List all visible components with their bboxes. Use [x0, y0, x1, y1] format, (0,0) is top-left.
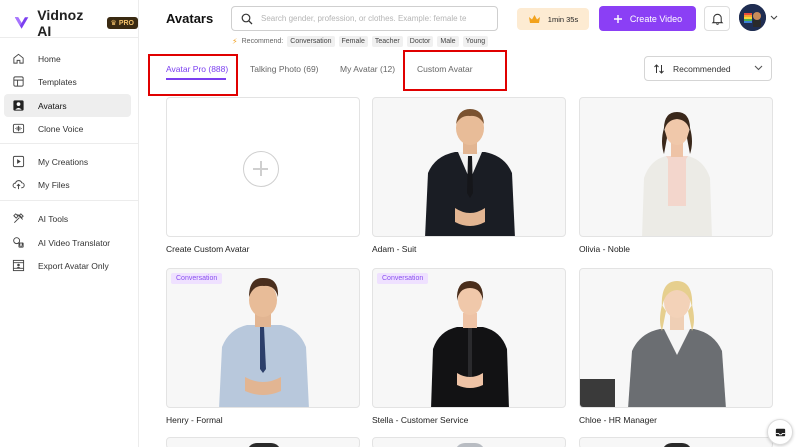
recommend-chip[interactable]: Female	[338, 36, 368, 47]
sidebar-item-home[interactable]: Home	[4, 47, 131, 70]
sidebar-item-clone-voice[interactable]: Clone Voice	[4, 117, 131, 140]
conversation-tag: Conversation	[171, 273, 223, 284]
search-icon	[241, 13, 253, 24]
app-window: Vidnoz AI ♛ PRO Home Templates Avatars C…	[0, 0, 800, 447]
card-name: Chloe - HR Manager	[579, 415, 657, 425]
sidebar-item-label: Export Avatar Only	[38, 260, 109, 271]
avatar-card[interactable]: Conversation	[372, 268, 566, 408]
card-name: Olivia - Noble	[579, 244, 631, 254]
card-name: Stella - Customer Service	[372, 415, 469, 425]
annotation-box	[403, 50, 507, 91]
voice-icon	[12, 123, 25, 134]
recommend-chip[interactable]: Young	[462, 36, 489, 47]
pro-badge: ♛ PRO	[106, 17, 138, 29]
user-menu[interactable]	[739, 4, 778, 31]
sidebar-item-label: My Files	[38, 179, 70, 190]
recommend-label: Recommend:	[241, 38, 284, 45]
avatar-thumbnail	[580, 281, 726, 407]
cloud-upload-icon	[12, 180, 25, 190]
remaining-time: 1min 35s	[547, 14, 579, 24]
inbox-icon	[775, 428, 785, 436]
chevron-down-icon	[754, 65, 763, 71]
vidnoz-logo-icon	[14, 17, 29, 29]
avatar-card[interactable]: Conversation	[166, 268, 360, 408]
sidebar-item-ai-video-translator[interactable]: AI Video Translator	[4, 231, 131, 254]
tab-my-avatar[interactable]: My Avatar (12)	[340, 64, 395, 74]
avatar-thumbnail	[431, 281, 509, 407]
sidebar-item-ai-tools[interactable]: AI Tools	[4, 207, 131, 230]
avatar-card[interactable]	[166, 437, 360, 447]
brand-logo[interactable]: Vidnoz AI ♛ PRO	[12, 7, 138, 39]
sidebar-item-my-files[interactable]: My Files	[4, 173, 131, 196]
brand-name: Vidnoz AI	[37, 7, 84, 39]
avatar-card[interactable]	[579, 437, 773, 447]
search-bar[interactable]	[231, 6, 498, 31]
notifications-button[interactable]	[704, 6, 730, 31]
sort-icon	[654, 63, 664, 74]
avatar-thumbnail	[642, 112, 712, 236]
avatar-thumbnail	[247, 443, 281, 447]
annotation-box	[148, 54, 238, 96]
plus-icon	[243, 151, 279, 187]
sidebar-item-label: Templates	[38, 76, 77, 87]
sidebar-item-label: Clone Voice	[38, 123, 84, 134]
avatar-thumbnail	[219, 277, 309, 407]
search-input[interactable]	[261, 14, 481, 23]
sidebar-item-label: Avatars	[38, 100, 67, 111]
sidebar-item-export-avatar-only[interactable]: Export Avatar Only	[4, 254, 131, 277]
recommend-chip[interactable]: Teacher	[371, 36, 403, 47]
avatar-card[interactable]	[579, 97, 773, 237]
sidebar-item-my-creations[interactable]: My Creations	[4, 150, 131, 173]
sort-label: Recommended	[673, 63, 731, 74]
remaining-time-pill[interactable]: 1min 35s	[517, 8, 589, 30]
chevron-down-icon	[770, 15, 778, 20]
lightning-icon: ⚡	[232, 37, 238, 46]
divider	[0, 37, 139, 38]
translate-icon	[13, 237, 24, 248]
plus-icon	[613, 14, 622, 23]
sidebar-item-label: Home	[38, 53, 61, 64]
create-video-button[interactable]: Create Video	[599, 6, 696, 31]
sidebar-item-label: My Creations	[38, 156, 89, 167]
sidebar-item-label: AI Tools	[38, 213, 69, 224]
sidebar-item-label: AI Video Translator	[38, 237, 111, 248]
avatar-card[interactable]	[372, 97, 566, 237]
sort-dropdown[interactable]: Recommended	[644, 56, 772, 81]
recommend-chip[interactable]: Male	[437, 36, 459, 47]
avatar-card[interactable]	[372, 437, 566, 447]
tools-icon	[13, 213, 24, 224]
divider	[0, 200, 139, 201]
sidebar: Vidnoz AI ♛ PRO Home Templates Avatars C…	[0, 0, 139, 447]
card-name: Adam - Suit	[372, 244, 417, 254]
avatar-icon	[13, 100, 24, 111]
support-chat-button[interactable]	[767, 419, 793, 445]
sidebar-item-templates[interactable]: Templates	[4, 70, 131, 93]
page-title: Avatars	[166, 11, 214, 26]
tab-talking-photo[interactable]: Talking Photo (69)	[250, 64, 319, 74]
home-icon	[13, 53, 24, 64]
play-icon	[12, 155, 25, 168]
conversation-tag: Conversation	[377, 273, 429, 284]
bell-icon	[711, 13, 723, 25]
card-name: Henry - Formal	[166, 415, 223, 425]
recommend-chip[interactable]: Conversation	[287, 36, 335, 47]
recommend-chip[interactable]: Doctor	[406, 36, 434, 47]
crown-icon: ♛	[110, 20, 117, 27]
avatar-thumbnail	[425, 109, 515, 236]
avatar-thumbnail	[455, 443, 485, 447]
crown-icon	[528, 15, 540, 23]
recommend-row: ⚡ Recommend: Conversation Female Teacher…	[232, 36, 489, 47]
export-avatar-icon	[12, 259, 25, 272]
card-name: Create Custom Avatar	[166, 244, 250, 254]
divider	[0, 143, 139, 144]
avatar-card[interactable]	[579, 268, 773, 408]
templates-icon	[13, 76, 24, 87]
create-custom-avatar-card[interactable]	[166, 97, 360, 237]
sidebar-item-avatars[interactable]: Avatars	[4, 94, 131, 117]
avatar-thumbnail	[662, 443, 692, 447]
avatar	[739, 4, 766, 31]
